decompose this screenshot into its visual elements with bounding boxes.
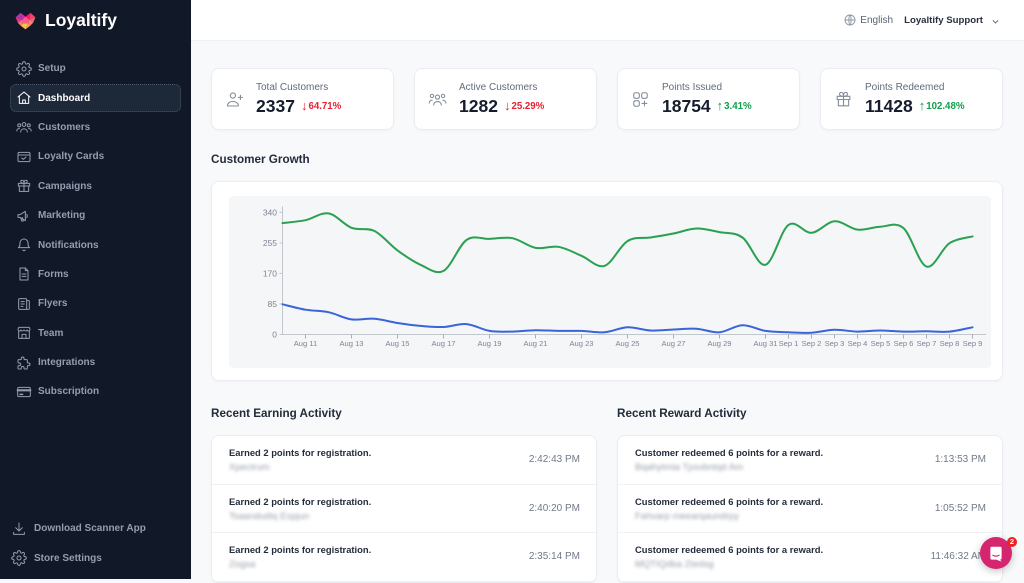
svg-text:340: 340 bbox=[263, 207, 277, 217]
svg-text:Aug 29: Aug 29 bbox=[707, 339, 731, 348]
svg-text:Sep 3: Sep 3 bbox=[825, 339, 845, 348]
svg-text:170: 170 bbox=[263, 268, 277, 278]
svg-text:Sep 8: Sep 8 bbox=[940, 339, 960, 348]
svg-text:Aug 13: Aug 13 bbox=[339, 339, 363, 348]
svg-text:Sep 6: Sep 6 bbox=[894, 339, 914, 348]
svg-text:Sep 4: Sep 4 bbox=[848, 339, 868, 348]
svg-text:Sep 1: Sep 1 bbox=[779, 339, 799, 348]
svg-text:Sep 2: Sep 2 bbox=[802, 339, 822, 348]
svg-text:Sep 9: Sep 9 bbox=[963, 339, 983, 348]
svg-text:Aug 15: Aug 15 bbox=[385, 339, 409, 348]
svg-text:Aug 25: Aug 25 bbox=[615, 339, 639, 348]
svg-text:Aug 27: Aug 27 bbox=[661, 339, 685, 348]
svg-text:255: 255 bbox=[263, 238, 277, 248]
svg-text:Sep 5: Sep 5 bbox=[871, 339, 891, 348]
svg-text:Aug 17: Aug 17 bbox=[431, 339, 455, 348]
svg-text:Aug 23: Aug 23 bbox=[569, 339, 593, 348]
svg-text:Aug 31: Aug 31 bbox=[753, 339, 777, 348]
svg-text:Aug 21: Aug 21 bbox=[523, 339, 547, 348]
svg-text:Aug 19: Aug 19 bbox=[477, 339, 501, 348]
svg-text:Aug 11: Aug 11 bbox=[294, 339, 318, 348]
svg-text:85: 85 bbox=[268, 299, 278, 309]
svg-text:0: 0 bbox=[272, 330, 277, 340]
svg-text:Sep 7: Sep 7 bbox=[917, 339, 937, 348]
